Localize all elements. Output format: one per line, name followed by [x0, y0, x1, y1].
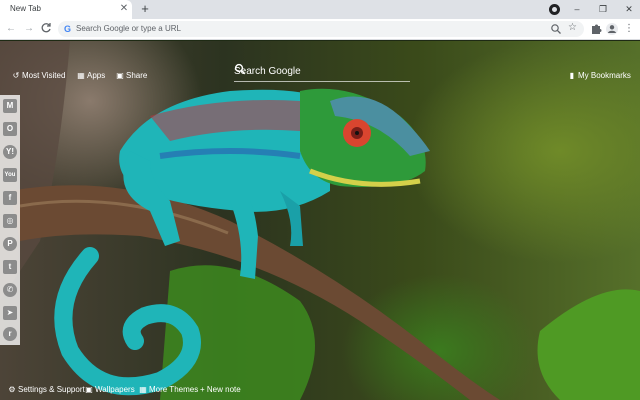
pinterest-icon[interactable]: P [3, 237, 17, 251]
tab-title: New Tab [10, 4, 41, 13]
apps-label: Apps [87, 71, 106, 80]
address-bar-placeholder: Search Google or type a URL [76, 24, 181, 33]
youtube-icon[interactable]: You [3, 168, 17, 182]
browser-menu-icon[interactable]: ⋮ [622, 22, 636, 36]
settings-support-link[interactable]: ⚙ Settings & Support [8, 384, 85, 396]
share-label: Share [126, 71, 148, 80]
twitter-icon[interactable]: t [3, 260, 17, 274]
newtab-search-box[interactable]: Search Google [234, 63, 410, 82]
gmail-icon[interactable]: M [3, 99, 17, 113]
bookmark-star-icon[interactable]: ☆ [568, 22, 580, 34]
tab-close-icon[interactable]: ✕ [118, 3, 130, 15]
settings-support-label: Settings & Support [18, 385, 85, 394]
maximize-button[interactable]: ❐ [593, 1, 613, 17]
yahoo-icon[interactable]: Y! [3, 145, 17, 159]
tab-strip: New Tab ✕ + – ❐ ✕ [0, 0, 640, 19]
telegram-icon[interactable]: ➤ [3, 306, 17, 320]
profile-avatar-icon[interactable] [605, 22, 619, 36]
image-icon: ▣ [85, 385, 93, 394]
extensions-puzzle-icon[interactable] [589, 22, 603, 36]
chameleon-illustration [0, 41, 640, 400]
share-icon: ▣ [116, 71, 124, 80]
reload-button[interactable] [39, 22, 53, 36]
more-themes-label: More Themes [149, 385, 199, 394]
my-bookmarks-label: My Bookmarks [578, 71, 631, 80]
facebook-icon[interactable]: f [3, 191, 17, 205]
tab-new-tab[interactable]: New Tab ✕ [0, 0, 132, 19]
zoom-icon[interactable] [550, 23, 562, 35]
whatsapp-icon[interactable]: ✆ [3, 283, 17, 297]
apps-grid-icon: ▦ [77, 71, 85, 80]
instagram-icon[interactable]: ◎ [3, 214, 17, 228]
wallpaper-image: ↺ Most Visited ▦ Apps ▣ Share ▮ My Bookmarks… [0, 41, 640, 400]
wallpapers-link[interactable]: ▣ Wallpapers [85, 384, 135, 396]
google-icon: G [64, 24, 72, 34]
most-visited-label: Most Visited [22, 71, 66, 80]
wallpapers-label: Wallpapers [95, 385, 135, 394]
reddit-icon[interactable]: r [3, 327, 17, 341]
outlook-icon[interactable]: O [3, 122, 17, 136]
history-icon: ↺ [12, 71, 20, 80]
more-themes-link[interactable]: ▦ More Themes [139, 384, 198, 396]
my-bookmarks-link[interactable]: ▮ My Bookmarks [568, 70, 631, 82]
search-icon[interactable] [234, 63, 246, 75]
address-bar[interactable]: G Search Google or type a URL ☆ [58, 21, 584, 37]
share-link[interactable]: ▣ Share [116, 70, 147, 82]
apps-link[interactable]: ▦ Apps [77, 70, 105, 82]
gear-icon: ⚙ [8, 385, 16, 394]
social-shortcuts-bar: M O Y! You f ◎ P t ✆ ➤ r [0, 95, 20, 345]
extension-icon[interactable] [549, 4, 560, 15]
new-tab-button[interactable]: + [138, 2, 152, 16]
forward-button[interactable]: → [22, 22, 36, 36]
minimize-button[interactable]: – [567, 1, 587, 17]
reload-icon [41, 23, 51, 33]
browser-toolbar: ← → G Search Google or type a URL ☆ ⋮ [0, 19, 640, 40]
new-note-link[interactable]: + New note [200, 384, 241, 396]
back-button[interactable]: ← [4, 22, 18, 36]
close-window-button[interactable]: ✕ [619, 1, 639, 17]
bookmark-icon: ▮ [569, 71, 575, 80]
grid-icon: ▦ [139, 385, 147, 394]
most-visited-link[interactable]: ↺ Most Visited [12, 70, 66, 82]
